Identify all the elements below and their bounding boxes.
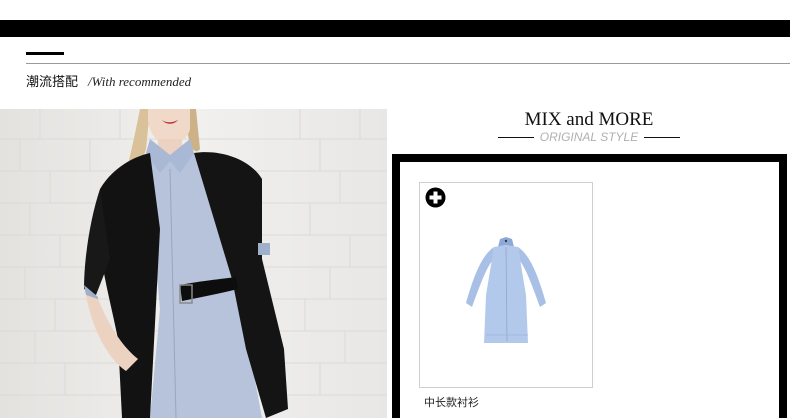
mix-title: MIX and MORE [524, 109, 654, 130]
mix-heading: MIX and MORE ORIGINAL STYLE [493, 109, 685, 144]
section-heading: 潮流搭配 /With recommended [26, 71, 191, 91]
product-image[interactable] [462, 235, 550, 347]
section-accent-rule [26, 52, 64, 55]
plus-circle-icon[interactable] [425, 187, 446, 208]
product-name[interactable]: 中长款衬衫 [424, 394, 479, 410]
section-divider [26, 63, 790, 64]
mix-subtitle: ORIGINAL STYLE [539, 130, 639, 144]
model-photo [0, 109, 387, 418]
mix-subtitle-row: ORIGINAL STYLE [493, 130, 685, 144]
section-subtitle: /With recommended [88, 74, 192, 89]
top-black-bar [0, 20, 790, 37]
mix-right-line [644, 136, 681, 138]
section-title: 潮流搭配 [26, 75, 79, 90]
mix-left-line [497, 136, 534, 138]
